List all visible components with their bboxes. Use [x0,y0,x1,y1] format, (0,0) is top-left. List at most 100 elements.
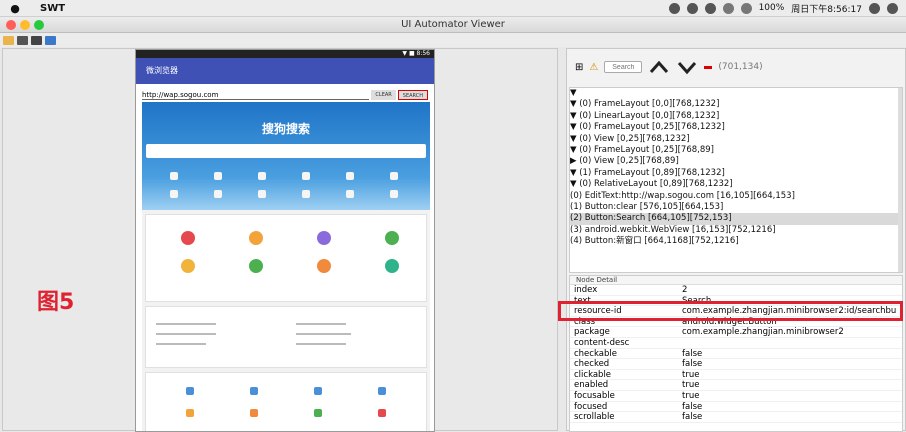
nav-icon[interactable] [390,172,398,180]
wifi-icon[interactable] [722,2,734,14]
node-tree[interactable]: ▼ ▼ (0) FrameLayout [0,0][768,1232] ▼ (0… [569,87,903,273]
detail-row[interactable]: content-desc [570,338,902,349]
tree-node-selected[interactable]: (2) Button:Search [664,105][752,153] [570,213,902,225]
nav-icon[interactable] [214,172,222,180]
sogou-search-box[interactable] [146,144,426,158]
nav-icon[interactable] [258,172,266,180]
news-line[interactable] [156,343,206,345]
detail-row[interactable]: enabled true [570,380,902,391]
chevron-down-icon[interactable] [676,59,698,75]
tool-icon[interactable] [378,387,386,395]
tree-node[interactable]: (0) EditText:http://wap.sogou.com [16,10… [570,191,902,202]
tool-icon[interactable] [378,409,386,417]
close-icon[interactable] [6,20,16,30]
nav-icon[interactable] [170,172,178,180]
figure-label: 图5 [37,290,75,315]
search-input[interactable] [604,61,643,73]
tree-node[interactable]: ▼ (0) FrameLayout [0,0][768,1232] [570,99,902,110]
detail-row[interactable]: scrollable false [570,412,902,423]
search-button[interactable]: SEARCH [397,90,428,100]
service-icon[interactable] [385,259,399,273]
service-icon[interactable] [317,259,331,273]
save-icon[interactable] [45,35,56,45]
nav-icon[interactable] [214,190,222,198]
status-icon[interactable] [686,2,698,14]
tool-icon[interactable] [186,409,194,417]
detail-row[interactable]: focused false [570,402,902,413]
clear-button[interactable]: CLEAR [371,90,396,100]
nav-icon[interactable] [170,190,178,198]
tool-icon[interactable] [186,387,194,395]
service-icon[interactable] [317,231,331,245]
detail-row[interactable]: resource-id com.example.zhangjian.minibro… [570,306,902,317]
window-title: UI Automator Viewer [401,19,505,30]
device-screenshot-compressed-icon[interactable] [31,35,42,45]
tree-node[interactable]: (3) android.webkit.WebView [16,153][752,… [570,225,902,236]
detail-row[interactable]: checkable false [570,349,902,360]
detail-row[interactable]: package com.example.zhangjian.minibrowser… [570,327,902,338]
tool-icon[interactable] [250,387,258,395]
screenshot-pane: ▼ ■ 8:56 微浏览器 http://wap.sogou.com CLEAR… [2,48,558,432]
tree-node[interactable]: ▼ [570,88,902,99]
nav-icon[interactable] [302,190,310,198]
nav-icon[interactable] [390,190,398,198]
tool-icon[interactable] [314,387,322,395]
detail-row[interactable]: focusable true [570,391,902,402]
pointer-coords: (701,134) [718,62,763,72]
tree-node[interactable]: ▼ (0) FrameLayout [0,25][768,89] [570,145,902,156]
apple-icon[interactable]: ● [8,2,22,15]
device-screen[interactable]: ▼ ■ 8:56 微浏览器 http://wap.sogou.com CLEAR… [135,49,435,432]
nav-icon[interactable] [302,172,310,180]
detail-row[interactable]: text Search [570,296,902,307]
nav-icon[interactable] [346,190,354,198]
device-app-title: 微浏览器 [136,58,434,84]
webview[interactable]: 搜狗搜索 [142,102,430,431]
service-icon[interactable] [249,231,263,245]
url-input[interactable]: http://wap.sogou.com [142,90,370,100]
detail-row[interactable]: checked false [570,359,902,370]
status-icon[interactable] [704,2,716,14]
detail-row[interactable]: class android.widget.Button [570,317,902,328]
open-folder-icon[interactable] [3,35,14,45]
news-line[interactable] [296,333,351,335]
tree-node[interactable]: ▼ (0) LinearLayout [0,0][768,1232] [570,111,902,122]
status-icon[interactable] [668,2,680,14]
tree-node[interactable]: ▼ (0) RelativeLayout [0,89][768,1232] [570,179,902,190]
menu-bar: ● SWT 100% 周日下午8:56:17 [0,0,906,17]
service-icon[interactable] [249,259,263,273]
chevron-up-icon[interactable] [648,59,670,75]
battery-percent[interactable]: 100% [759,3,785,13]
menu-icon[interactable] [887,2,898,14]
tree-node[interactable]: ▼ (1) FrameLayout [0,89][768,1232] [570,168,902,179]
app-menu[interactable]: SWT [40,3,65,14]
service-icon[interactable] [181,259,195,273]
clock[interactable]: 周日下午8:56:17 [791,2,862,15]
nav-icon[interactable] [346,172,354,180]
tool-icon[interactable] [314,409,322,417]
detail-row[interactable]: clickable true [570,370,902,381]
tree-node[interactable]: ▼ (0) FrameLayout [0,25][768,1232] [570,122,902,133]
news-line[interactable] [156,323,216,325]
window-titlebar: UI Automator Viewer [0,17,906,33]
search-icon[interactable] [869,2,880,14]
device-screenshot-icon[interactable] [17,35,28,45]
tree-node[interactable]: ▶ (0) View [0,25][768,89] [570,156,902,167]
nav-icon[interactable] [258,190,266,198]
tree-scrollbar[interactable] [898,88,902,272]
service-icon[interactable] [181,231,195,245]
zoom-icon[interactable] [34,20,44,30]
news-line[interactable] [296,323,346,325]
volume-icon[interactable] [740,2,752,14]
minimize-icon[interactable] [20,20,30,30]
tree-node[interactable]: ▼ (0) View [0,25][768,1232] [570,134,902,145]
news-line[interactable] [296,343,346,345]
clear-search-icon[interactable] [704,65,713,69]
tree-node[interactable]: (4) Button:新窗口 [664,1168][752,1216] [570,236,902,247]
expand-all-icon[interactable]: ⊞ [575,62,583,73]
service-icon[interactable] [385,231,399,245]
tool-icon[interactable] [250,409,258,417]
detail-row[interactable]: index 2 [570,285,902,296]
warning-icon[interactable]: ⚠ [589,62,598,73]
news-line[interactable] [156,333,216,335]
tree-node[interactable]: (1) Button:clear [576,105][664,153] [570,202,902,213]
